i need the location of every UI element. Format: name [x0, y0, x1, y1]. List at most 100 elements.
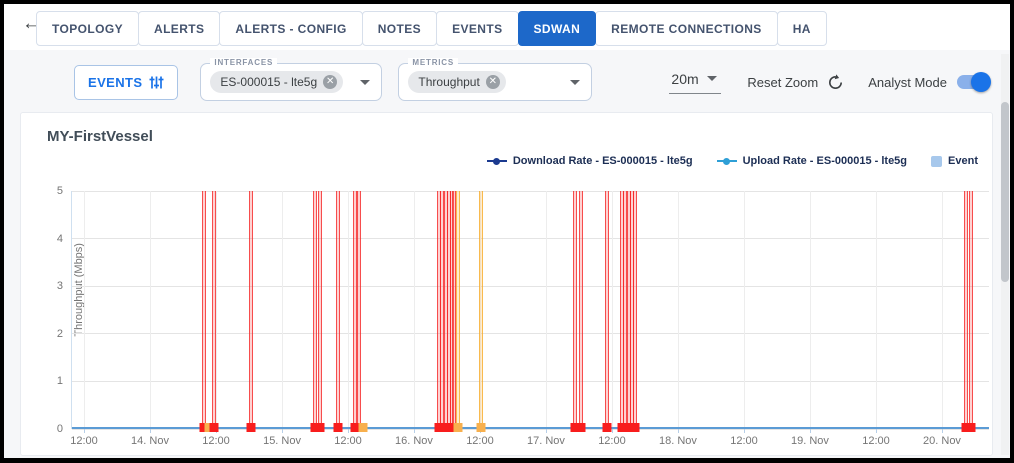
tab-sdwan[interactable]: SDWAN: [518, 11, 597, 46]
event-line-warning: [479, 191, 483, 429]
tab-topology[interactable]: TOPOLOGY: [36, 11, 139, 46]
v-gridline: [744, 191, 745, 429]
event-line-critical: [212, 191, 216, 429]
plot-area[interactable]: Throughput (Mbps) 01234512:0014. Nov12:0…: [71, 191, 989, 429]
legend-item[interactable]: Event: [931, 155, 978, 167]
event-marker-warning[interactable]: [476, 423, 485, 432]
x-tick-label: 12:00: [730, 435, 758, 447]
legend-item[interactable]: Upload Rate - ES-000015 - lte5g: [717, 155, 907, 167]
event-marker-critical[interactable]: [210, 423, 219, 432]
reset-zoom-button[interactable]: Reset Zoom: [747, 74, 844, 91]
event-marker-critical[interactable]: [966, 423, 975, 432]
interfaces-select[interactable]: INTERFACES ES-000015 - lte5g ✕: [200, 63, 382, 101]
time-range-value: 20m: [671, 71, 698, 87]
v-gridline: [876, 191, 877, 429]
x-tick-label: 16. Nov: [395, 435, 433, 447]
event-marker-critical[interactable]: [631, 423, 640, 432]
tab-alerts[interactable]: ALERTS: [138, 11, 220, 46]
event-marker-critical[interactable]: [334, 423, 343, 432]
app-window: ← TOPOLOGYALERTSALERTS - CONFIGNOTESEVEN…: [0, 0, 1014, 463]
event-line-critical: [969, 191, 973, 429]
y-tick-label: 0: [57, 423, 63, 435]
event-line-critical: [313, 191, 317, 429]
x-tick-mark: [876, 429, 877, 433]
h-gridline: [72, 333, 989, 334]
rotate-icon: [827, 74, 844, 91]
x-tick-label: 12:00: [70, 435, 98, 447]
h-gridline: [72, 238, 989, 239]
y-tick-label: 2: [57, 328, 63, 340]
tab-alerts-config[interactable]: ALERTS - CONFIG: [219, 11, 362, 46]
metrics-select[interactable]: METRICS Throughput ✕: [398, 63, 592, 101]
tab-ha[interactable]: HA: [777, 11, 827, 46]
analyst-mode-control: Analyst Mode: [868, 75, 989, 90]
chart-controls: 20m Reset Zoom Analyst Mode: [669, 63, 989, 101]
filter-toolbar: EVENTS INTERFACES ES-000015 - lte5g ✕: [74, 63, 592, 101]
v-gridline: [810, 191, 811, 429]
x-tick-mark: [612, 429, 613, 433]
event-marker-critical[interactable]: [603, 423, 612, 432]
h-gridline: [72, 191, 989, 192]
metric-chip-label: Throughput: [418, 75, 479, 89]
y-tick-label: 3: [57, 280, 63, 292]
chip-remove-icon[interactable]: ✕: [323, 75, 337, 89]
x-tick-mark: [84, 429, 85, 433]
x-tick-mark: [942, 429, 943, 433]
interface-chip: ES-000015 - lte5g ✕: [210, 71, 343, 93]
event-marker-critical[interactable]: [316, 423, 325, 432]
y-axis-title: Throughput (Mbps): [73, 243, 85, 337]
x-tick-label: 12:00: [334, 435, 362, 447]
x-tick-label: 12:00: [466, 435, 494, 447]
event-square-icon: [931, 156, 942, 167]
x-tick-label: 15. Nov: [263, 435, 301, 447]
v-gridline: [612, 191, 613, 429]
series-line-icon: [487, 160, 507, 162]
metrics-field-label: METRICS: [408, 58, 458, 67]
chart-legend: Download Rate - ES-000015 - lte5g Upload …: [487, 155, 978, 167]
metric-chip: Throughput ✕: [408, 71, 505, 93]
v-gridline: [414, 191, 415, 429]
time-range-select[interactable]: 20m: [669, 71, 721, 94]
chip-remove-icon[interactable]: ✕: [486, 75, 500, 89]
x-tick-label: 12:00: [202, 435, 230, 447]
event-line-critical: [605, 191, 609, 429]
tab-notes[interactable]: NOTES: [362, 11, 437, 46]
x-tick-label: 12:00: [862, 435, 890, 447]
analyst-mode-toggle[interactable]: [957, 75, 989, 89]
h-gridline: [72, 286, 989, 287]
events-filter-button[interactable]: EVENTS: [74, 65, 178, 100]
chevron-down-icon: [360, 80, 370, 85]
vertical-scrollbar[interactable]: [1001, 54, 1009, 455]
event-line-critical: [336, 191, 340, 429]
tab-events[interactable]: EVENTS: [436, 11, 518, 46]
x-tick-mark: [348, 429, 349, 433]
v-gridline: [150, 191, 151, 429]
analyst-mode-label: Analyst Mode: [868, 75, 947, 90]
legend-item[interactable]: Download Rate - ES-000015 - lte5g: [487, 155, 693, 167]
event-line-critical: [579, 191, 583, 429]
interface-chip-label: ES-000015 - lte5g: [220, 75, 317, 89]
event-marker-critical[interactable]: [577, 423, 586, 432]
interfaces-field-label: INTERFACES: [210, 58, 277, 67]
x-tick-label: 20. Nov: [923, 435, 961, 447]
event-line-critical: [249, 191, 253, 429]
x-tick-mark: [678, 429, 679, 433]
x-tick-mark: [414, 429, 415, 433]
scrollbar-thumb[interactable]: [1001, 102, 1009, 282]
event-line-critical: [357, 191, 361, 429]
v-gridline: [282, 191, 283, 429]
event-marker-warning[interactable]: [359, 423, 368, 432]
event-line-critical: [573, 191, 577, 429]
event-marker-warning[interactable]: [454, 423, 463, 432]
event-marker-critical[interactable]: [247, 423, 256, 432]
x-tick-label: 19. Nov: [791, 435, 829, 447]
x-tick-label: 18. Nov: [659, 435, 697, 447]
sdwan-panel: EVENTS INTERFACES ES-000015 - lte5g ✕: [4, 50, 1010, 458]
h-gridline: [72, 381, 989, 382]
reset-zoom-label: Reset Zoom: [747, 75, 818, 90]
x-tick-mark: [810, 429, 811, 433]
legend-label: Event: [948, 155, 978, 167]
x-tick-mark: [744, 429, 745, 433]
tab-remote-connections[interactable]: REMOTE CONNECTIONS: [595, 11, 778, 46]
tab-bar: TOPOLOGYALERTSALERTS - CONFIGNOTESEVENTS…: [37, 11, 827, 46]
